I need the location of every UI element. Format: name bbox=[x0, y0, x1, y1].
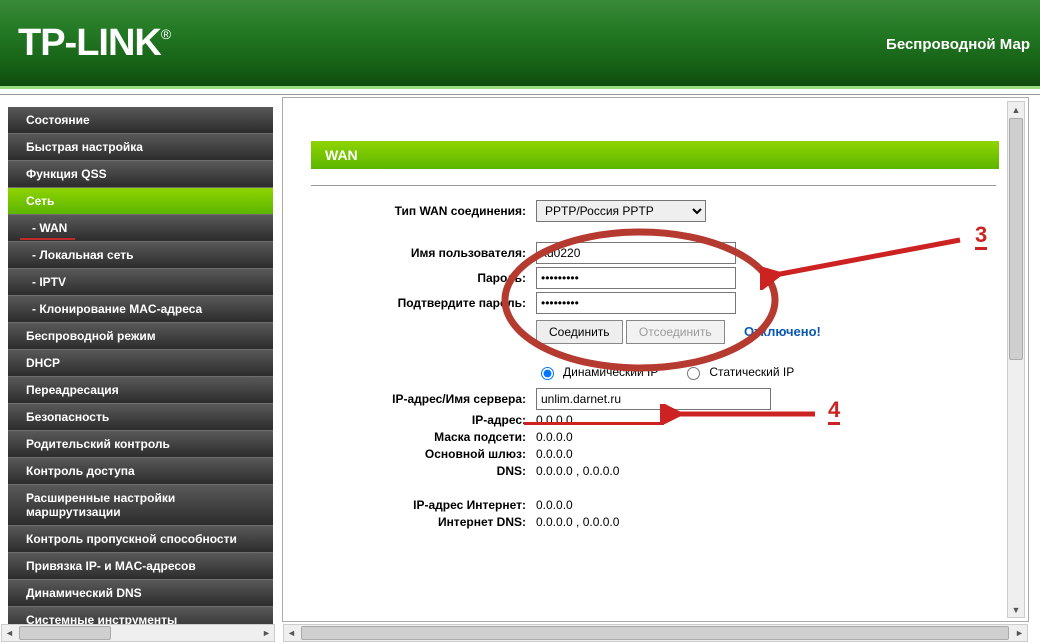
product-model: Беспроводной Мар bbox=[886, 36, 1030, 53]
content-area: WAN Тип WAN соединения: PPTP/Россия PPTP… bbox=[286, 101, 1006, 618]
nav-wan-label: - WAN bbox=[32, 221, 67, 235]
value-dns: 0.0.0.0 , 0.0.0.0 bbox=[536, 464, 976, 478]
scroll-left-icon[interactable]: ◄ bbox=[2, 628, 17, 638]
nav-network[interactable]: Сеть bbox=[8, 188, 273, 215]
hscroll-thumb[interactable] bbox=[301, 626, 1009, 640]
button-row: Соединить Отсоединить Отключено! bbox=[536, 320, 976, 344]
radio-dynamic-ip[interactable] bbox=[541, 367, 554, 380]
row-ip-mode: Динамический IP Статический IP bbox=[536, 364, 976, 380]
row-inet-ip: IP-адрес Интернет: 0.0.0.0 bbox=[311, 498, 976, 512]
nav-access-control[interactable]: Контроль доступа bbox=[8, 458, 273, 485]
nav-iptv[interactable]: - IPTV bbox=[8, 269, 273, 296]
row-inet-dns: Интернет DNS: 0.0.0.0 , 0.0.0.0 bbox=[311, 515, 976, 529]
connection-status: Отключено! bbox=[744, 324, 821, 339]
content-frame: WAN Тип WAN соединения: PPTP/Россия PPTP… bbox=[282, 97, 1029, 622]
label-confirm: Подтвердите пароль: bbox=[311, 296, 536, 310]
brand-logo: TP-LINK® bbox=[18, 22, 170, 65]
input-password[interactable] bbox=[536, 267, 736, 289]
hscroll-thumb[interactable] bbox=[19, 626, 111, 640]
label-inet-dns: Интернет DNS: bbox=[311, 515, 536, 529]
label-ip: IP-адрес: bbox=[311, 413, 536, 427]
content-hscroll[interactable]: ◄ ► bbox=[283, 624, 1028, 642]
content-scrollbar[interactable]: ▲ ▼ bbox=[1007, 101, 1025, 618]
nav-security[interactable]: Безопасность bbox=[8, 404, 273, 431]
scroll-down-icon[interactable]: ▼ bbox=[1008, 602, 1024, 617]
divider bbox=[311, 185, 996, 186]
nav-ddns[interactable]: Динамический DNS bbox=[8, 580, 273, 607]
disconnect-button: Отсоединить bbox=[626, 320, 725, 344]
value-ip: 0.0.0.0 bbox=[536, 413, 976, 427]
label-conn-type: Тип WAN соединения: bbox=[311, 204, 536, 218]
nav-lan[interactable]: - Локальная сеть bbox=[8, 242, 273, 269]
scroll-right-icon[interactable]: ► bbox=[259, 628, 274, 638]
label-mask: Маска подсети: bbox=[311, 430, 536, 444]
nav-mac-clone[interactable]: - Клонирование MAC-адреса bbox=[8, 296, 273, 323]
nav-dhcp[interactable]: DHCP bbox=[8, 350, 273, 377]
connect-button[interactable]: Соединить bbox=[536, 320, 623, 344]
scroll-right-icon[interactable]: ► bbox=[1012, 628, 1027, 638]
radio-static-ip[interactable] bbox=[687, 367, 700, 380]
nav-status[interactable]: Состояние bbox=[8, 107, 273, 134]
nav-forwarding[interactable]: Переадресация bbox=[8, 377, 273, 404]
nav-ip-mac-binding[interactable]: Привязка IP- и MAC-адресов bbox=[8, 553, 273, 580]
label-server: IP-адрес/Имя сервера: bbox=[311, 392, 536, 406]
header: TP-LINK® Беспроводной Мар bbox=[0, 0, 1040, 89]
sidebar-nav: Состояние Быстрая настройка Функция QSS … bbox=[8, 107, 273, 634]
row-conn-type: Тип WAN соединения: PPTP/Россия PPTP bbox=[311, 200, 976, 222]
input-username[interactable] bbox=[536, 242, 736, 264]
label-dns: DNS: bbox=[311, 464, 536, 478]
row-password: Пароль: bbox=[311, 267, 976, 289]
nav-bandwidth[interactable]: Контроль пропускной способности bbox=[8, 526, 273, 553]
input-confirm[interactable] bbox=[536, 292, 736, 314]
nav-adv-routing[interactable]: Расширенные настройки маршрутизации bbox=[8, 485, 273, 526]
scroll-left-icon[interactable]: ◄ bbox=[284, 628, 299, 638]
row-username: Имя пользователя: bbox=[311, 242, 976, 264]
row-dns: DNS: 0.0.0.0 , 0.0.0.0 bbox=[311, 464, 976, 478]
nav-qss[interactable]: Функция QSS bbox=[8, 161, 273, 188]
row-ip: IP-адрес: 0.0.0.0 bbox=[311, 413, 976, 427]
nav-quick-setup[interactable]: Быстрая настройка bbox=[8, 134, 273, 161]
row-mask: Маска подсети: 0.0.0.0 bbox=[311, 430, 976, 444]
input-server[interactable] bbox=[536, 388, 771, 410]
value-inet-dns: 0.0.0.0 , 0.0.0.0 bbox=[536, 515, 976, 529]
sidebar-hscroll[interactable]: ◄ ► bbox=[1, 624, 275, 642]
row-gw: Основной шлюз: 0.0.0.0 bbox=[311, 447, 976, 461]
label-gw: Основной шлюз: bbox=[311, 447, 536, 461]
label-dynamic-ip: Динамический IP bbox=[563, 365, 658, 379]
page-title: WAN bbox=[311, 141, 999, 169]
scroll-up-icon[interactable]: ▲ bbox=[1008, 102, 1024, 117]
annotation-underline bbox=[20, 238, 75, 240]
label-inet-ip: IP-адрес Интернет: bbox=[311, 498, 536, 512]
value-gw: 0.0.0.0 bbox=[536, 447, 976, 461]
row-confirm: Подтвердите пароль: bbox=[311, 292, 976, 314]
nav-parental[interactable]: Родительский контроль bbox=[8, 431, 273, 458]
select-conn-type[interactable]: PPTP/Россия PPTP bbox=[536, 200, 706, 222]
value-mask: 0.0.0.0 bbox=[536, 430, 976, 444]
nav-wireless[interactable]: Беспроводной режим bbox=[8, 323, 273, 350]
nav-wan[interactable]: - WAN bbox=[8, 215, 273, 242]
scroll-thumb[interactable] bbox=[1009, 118, 1023, 360]
row-server: IP-адрес/Имя сервера: bbox=[311, 388, 976, 410]
label-static-ip: Статический IP bbox=[709, 365, 794, 379]
label-username: Имя пользователя: bbox=[311, 246, 536, 260]
label-password: Пароль: bbox=[311, 271, 536, 285]
value-inet-ip: 0.0.0.0 bbox=[536, 498, 976, 512]
